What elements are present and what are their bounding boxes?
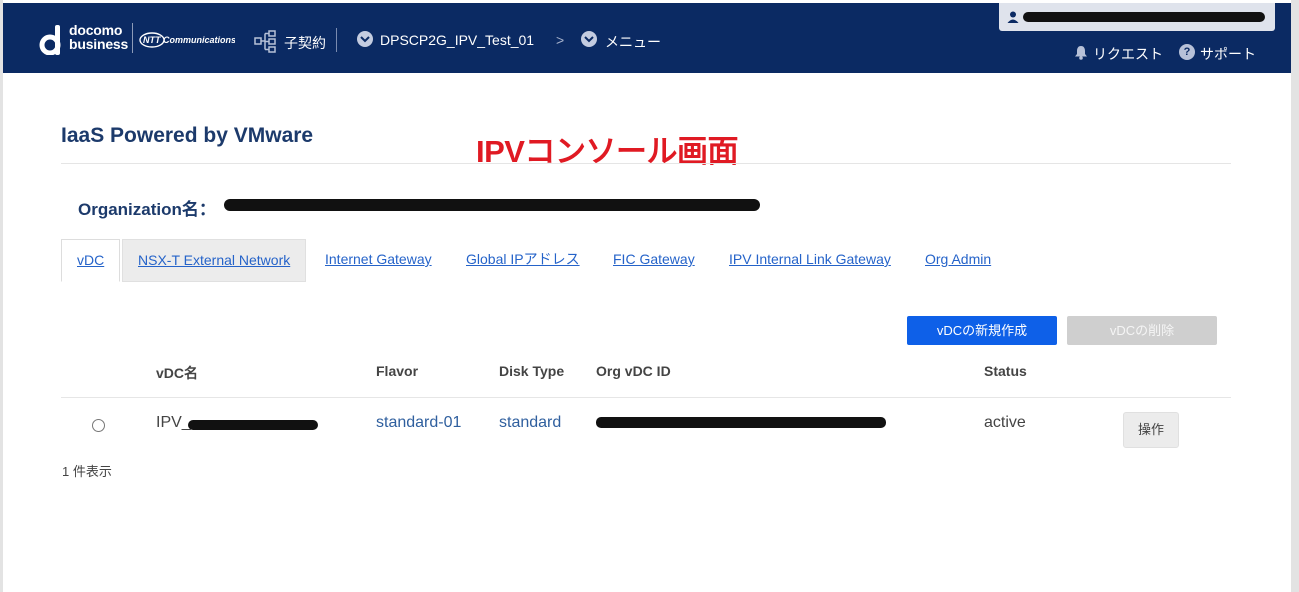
tab-global-ip-address[interactable]: Global IPアドレス <box>466 239 580 280</box>
user-icon <box>1007 11 1019 23</box>
breadcrumb-chevron-right-icon: > <box>556 32 565 48</box>
tab-nsx-t-external-network[interactable]: NSX-T External Network <box>122 239 306 282</box>
tab-fic-gateway[interactable]: FIC Gateway <box>613 239 695 280</box>
column-header-org-vdc-id: Org vDC ID <box>596 363 671 379</box>
help-icon[interactable]: ? <box>1179 44 1195 60</box>
vdc-name-prefix: IPV_ <box>156 414 191 431</box>
support-link[interactable]: サポート <box>1200 44 1256 64</box>
column-header-flavor: Flavor <box>376 363 419 379</box>
delete-vdc-button[interactable]: vDCの削除 <box>1067 316 1217 345</box>
redacted-organization-name <box>224 199 760 211</box>
tab-org-admin[interactable]: Org Admin <box>925 239 991 280</box>
window-frame-right <box>1291 0 1299 592</box>
redacted-vdc-name <box>188 420 318 430</box>
sub-contract-link[interactable]: 子契約 <box>284 33 326 53</box>
request-link[interactable]: リクエスト <box>1093 44 1163 64</box>
flavor-value: standard-01 <box>376 414 462 431</box>
docomo-d-icon <box>39 25 61 55</box>
column-header-status: Status <box>984 363 1027 379</box>
redacted-user-name <box>1023 12 1265 22</box>
column-header-vdc-name: vDC名 <box>156 365 199 381</box>
brand-logo[interactable]: docomo business <box>69 23 128 51</box>
menu-dropdown[interactable]: メニュー <box>605 32 661 52</box>
tab-bar: vDC NSX-T External Network Internet Gate… <box>61 239 1231 282</box>
window-frame-left <box>0 0 3 592</box>
project-selector[interactable]: DPSCP2G_IPV_Test_01 <box>380 32 534 48</box>
organization-label: Organization名： <box>78 200 216 219</box>
column-header-disk-type: Disk Type <box>499 363 565 379</box>
status-value: active <box>984 414 1026 431</box>
header-divider <box>336 28 337 52</box>
tab-ipv-internal-link-gateway[interactable]: IPV Internal Link Gateway <box>729 239 891 280</box>
ntt-communications-logo: NTT Communications <box>139 32 235 48</box>
chevron-down-icon[interactable] <box>357 31 373 47</box>
create-vdc-button[interactable]: vDCの新規作成 <box>907 316 1057 345</box>
tab-internet-gateway[interactable]: Internet Gateway <box>325 239 432 280</box>
page-title: IaaS Powered by VMware <box>61 124 314 147</box>
title-divider <box>61 163 1231 164</box>
brand-line-2: business <box>69 36 129 52</box>
disk-type-value: standard <box>499 414 562 431</box>
record-count: 1 件表示 <box>62 464 112 479</box>
brand-line-1: docomo <box>69 22 123 38</box>
user-account-menu[interactable] <box>999 3 1275 31</box>
hierarchy-icon <box>254 30 276 53</box>
operation-button[interactable]: 操作 <box>1123 412 1179 448</box>
chevron-down-icon[interactable] <box>581 31 597 47</box>
logo-divider <box>132 23 133 53</box>
bell-icon[interactable] <box>1074 45 1088 60</box>
annotation-caption: IPVコンソール画面 <box>476 134 738 169</box>
row-select-radio[interactable] <box>92 419 105 432</box>
tab-vdc[interactable]: vDC <box>61 239 121 282</box>
top-header: docomo business NTT Communications 子契約 D… <box>3 3 1291 73</box>
redacted-org-vdc-id <box>596 417 886 428</box>
ntt-logo-text: NTT Communications <box>143 35 235 45</box>
table-header-divider <box>61 397 1231 398</box>
